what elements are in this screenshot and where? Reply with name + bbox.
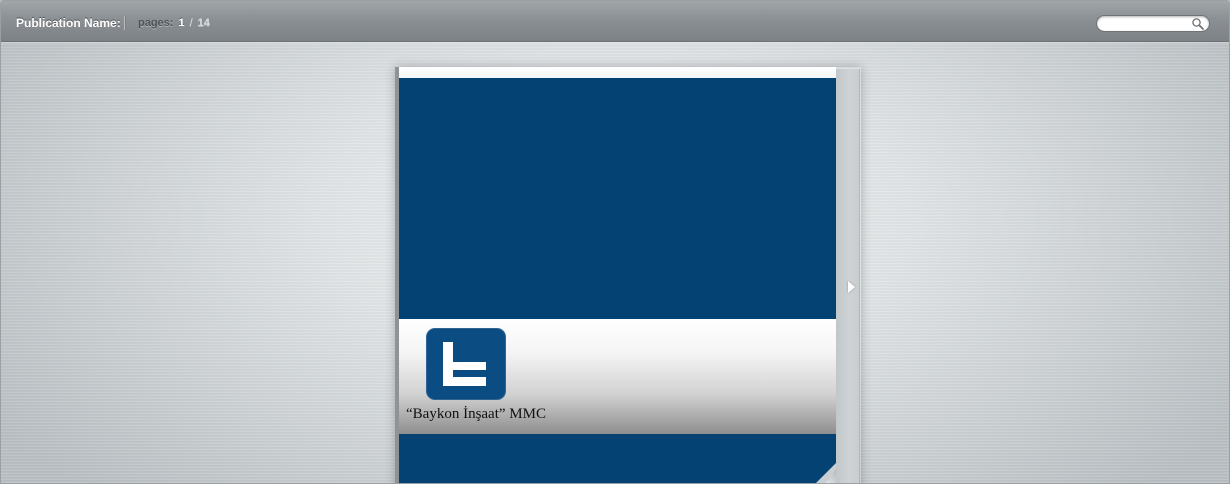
- cover-page[interactable]: “Baykon İnşaat” MMC: [395, 67, 836, 484]
- cover-blue-top: [399, 78, 836, 319]
- next-page-arrow-icon[interactable]: [848, 281, 855, 293]
- current-page-number: 1: [178, 17, 185, 29]
- search-input[interactable]: [1105, 17, 1189, 30]
- next-page-strip[interactable]: [836, 69, 860, 483]
- toolbar-divider: [124, 16, 125, 30]
- baykon-logo-icon: [426, 328, 506, 400]
- cover-blue-bottom: [399, 434, 836, 483]
- search-box[interactable]: [1096, 15, 1210, 32]
- page-top-edge: [399, 67, 836, 78]
- top-toolbar: Publication Name: pages: 1 / 14: [1, 1, 1229, 42]
- page-curl-icon[interactable]: [794, 459, 836, 484]
- pages-label: pages:: [138, 17, 174, 29]
- page-counter: pages: 1 / 14: [138, 17, 210, 29]
- page-separator: /: [189, 17, 193, 29]
- publication-name-label: Publication Name:: [16, 16, 121, 30]
- search-icon[interactable]: [1191, 17, 1205, 31]
- total-pages-number: 14: [197, 17, 210, 29]
- flipbook-viewer: Publication Name: pages: 1 / 14 “Baykon İnş…: [0, 0, 1230, 484]
- company-name: “Baykon İnşaat” MMC: [406, 406, 546, 422]
